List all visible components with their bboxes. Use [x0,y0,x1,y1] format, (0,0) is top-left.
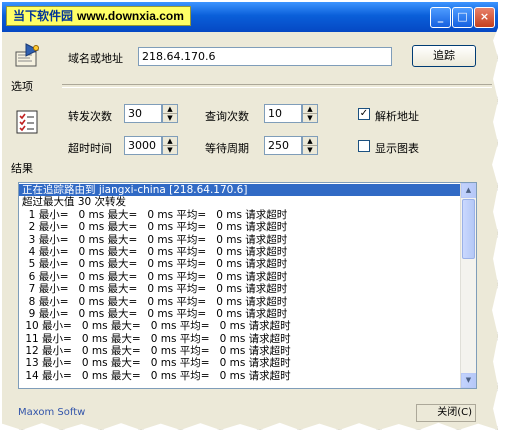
results-section-label: 结果 [11,162,33,175]
result-line[interactable]: 7 最小= 0 ms 最大= 0 ms 平均= 0 ms 请求超时 [19,283,460,295]
queries-stepper[interactable]: ▲ ▼ [302,104,318,123]
address-label: 域名或地址 [68,52,123,65]
vertical-scrollbar[interactable]: ▲ ▼ [460,183,476,388]
queries-label: 查询次数 [205,110,249,123]
resolve-label: 解析地址 [375,110,419,123]
spin-up-icon[interactable]: ▲ [303,137,317,146]
maximize-button[interactable]: □ [452,7,473,28]
spin-up-icon[interactable]: ▲ [303,105,317,114]
timeout-input[interactable]: 3000 [124,136,162,155]
result-line[interactable]: 9 最小= 0 ms 最大= 0 ms 平均= 0 ms 请求超时 [19,308,460,320]
hops-stepper[interactable]: ▲ ▼ [162,104,178,123]
scroll-thumb[interactable] [462,199,475,259]
result-line[interactable]: 14 最小= 0 ms 最大= 0 ms 平均= 0 ms 请求超时 [19,370,460,382]
result-line[interactable]: 8 最小= 0 ms 最大= 0 ms 平均= 0 ms 请求超时 [19,296,460,308]
result-line[interactable]: 10 最小= 0 ms 最大= 0 ms 平均= 0 ms 请求超时 [19,320,460,332]
watermark-brand: 当下软件园 [13,9,74,23]
results-list[interactable]: 正在追踪路由到 jiangxi-china [218.64.170.6] 超过最大… [18,182,477,389]
timeout-stepper[interactable]: ▲ ▼ [162,136,178,155]
resolve-checkbox[interactable]: ✓ [358,108,370,120]
chart-checkbox[interactable] [358,140,370,152]
result-line[interactable]: 1 最小= 0 ms 最大= 0 ms 平均= 0 ms 请求超时 [19,209,460,221]
close-dialog-button[interactable]: 关闭(C) [416,404,476,422]
wait-label: 等待周期 [205,142,249,155]
checklist-icon [14,108,44,138]
watermark-site: www.downxia.com [77,9,184,23]
result-line[interactable]: 4 最小= 0 ms 最大= 0 ms 平均= 0 ms 请求超时 [19,246,460,258]
close-button[interactable]: × [474,7,495,28]
hops-input[interactable]: 30 [124,104,162,123]
result-line[interactable]: 13 最小= 0 ms 最大= 0 ms 平均= 0 ms 请求超时 [19,357,460,369]
divider [62,84,492,88]
title-bar: 当下软件园 www.downxia.com _ □ × [2,2,498,32]
result-line[interactable]: 2 最小= 0 ms 最大= 0 ms 平均= 0 ms 请求超时 [19,221,460,233]
minimize-button[interactable]: _ [430,7,451,28]
trace-button[interactable]: 追踪 [412,45,476,67]
wait-stepper[interactable]: ▲ ▼ [302,136,318,155]
result-line-selected[interactable]: 正在追踪路由到 jiangxi-china [218.64.170.6] [19,184,460,197]
queries-input[interactable]: 10 [264,104,302,123]
result-line[interactable]: 超过最大值 30 次转发 [19,196,460,208]
watermark-badge: 当下软件园 www.downxia.com [6,6,191,26]
timeout-label: 超时时间 [68,142,112,155]
spin-down-icon[interactable]: ▼ [303,146,317,154]
spin-down-icon[interactable]: ▼ [303,114,317,122]
address-input[interactable]: 218.64.170.6 [138,47,392,66]
wait-input[interactable]: 250 [264,136,302,155]
chart-label: 显示图表 [375,142,419,155]
result-line[interactable]: 12 最小= 0 ms 最大= 0 ms 平均= 0 ms 请求超时 [19,345,460,357]
network-options-icon [12,42,42,72]
spin-down-icon[interactable]: ▼ [163,114,177,122]
status-text: Maxom Softw [18,407,86,418]
scroll-up-icon[interactable]: ▲ [461,183,476,198]
options-section-label: 选项 [11,80,33,93]
spin-down-icon[interactable]: ▼ [163,146,177,154]
spin-up-icon[interactable]: ▲ [163,137,177,146]
result-line[interactable]: 6 最小= 0 ms 最大= 0 ms 平均= 0 ms 请求超时 [19,271,460,283]
spin-up-icon[interactable]: ▲ [163,105,177,114]
scroll-down-icon[interactable]: ▼ [461,373,476,388]
app-window: 当下软件园 www.downxia.com _ □ × 选项 域名或地址 218.… [2,2,498,430]
result-line[interactable]: 3 最小= 0 ms 最大= 0 ms 平均= 0 ms 请求超时 [19,234,460,246]
hops-label: 转发次数 [68,110,112,123]
results-lines: 正在追踪路由到 jiangxi-china [218.64.170.6] 超过最大… [19,184,460,382]
result-line[interactable]: 11 最小= 0 ms 最大= 0 ms 平均= 0 ms 请求超时 [19,333,460,345]
result-line[interactable]: 5 最小= 0 ms 最大= 0 ms 平均= 0 ms 请求超时 [19,258,460,270]
